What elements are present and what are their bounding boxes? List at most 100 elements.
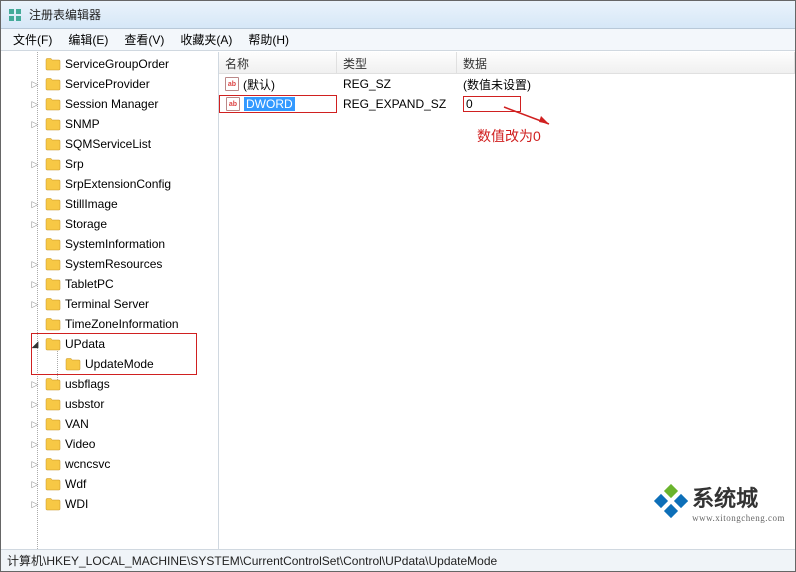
tree-item-label: ServiceGroupOrder: [65, 57, 169, 71]
column-data[interactable]: 数据: [457, 52, 795, 73]
folder-icon: [45, 177, 61, 191]
folder-icon: [45, 277, 61, 291]
tree-item-usbflags[interactable]: ▷ usbflags: [1, 374, 218, 394]
expand-icon[interactable]: ▷: [29, 298, 41, 310]
tree-item-sqmservicelist[interactable]: SQMServiceList: [1, 134, 218, 154]
content-area: ServiceGroupOrder ▷ ServiceProvider ▷Sessio…: [1, 51, 795, 549]
folder-icon: [45, 97, 61, 111]
value-name: (默认): [243, 76, 275, 93]
expand-icon[interactable]: ▷: [29, 458, 41, 470]
expand-icon[interactable]: ▷: [29, 218, 41, 230]
expand-icon[interactable]: ▷: [29, 398, 41, 410]
titlebar: 注册表编辑器: [1, 1, 795, 29]
folder-icon: [45, 77, 61, 91]
expand-icon[interactable]: ▷: [29, 278, 41, 290]
menu-view[interactable]: 查看(V): [116, 29, 172, 50]
tree-item-timezoneinformation[interactable]: TimeZoneInformation: [1, 314, 218, 334]
watermark-brand: 系统城: [692, 486, 758, 511]
window-title: 注册表编辑器: [29, 6, 101, 23]
tree-item-label: ServiceProvider: [65, 77, 150, 91]
tree-item-wdi[interactable]: ▷WDI: [1, 494, 218, 514]
tree-item-label: wcncsvc: [65, 457, 110, 471]
menu-edit[interactable]: 编辑(E): [60, 29, 116, 50]
tree-item-label: Wdf: [65, 477, 86, 491]
tree-item-stillimage[interactable]: ▷ StillImage: [1, 194, 218, 214]
expand-icon[interactable]: ▷: [29, 478, 41, 490]
tree-item-label: usbstor: [65, 397, 104, 411]
list-row[interactable]: ab(默认)REG_SZ(数值未设置): [219, 74, 795, 94]
folder-icon: [45, 57, 61, 71]
tree-item-label: SrpExtensionConfig: [65, 177, 171, 191]
folder-icon: [45, 237, 61, 251]
expand-icon[interactable]: ▷: [29, 258, 41, 270]
tree-item-srp[interactable]: ▷ Srp: [1, 154, 218, 174]
value-name-cell[interactable]: abDWORD: [219, 95, 337, 113]
tree-item-systemresources[interactable]: ▷ SystemResources: [1, 254, 218, 274]
expand-icon[interactable]: ▷: [29, 498, 41, 510]
tree-item-wcncsvc[interactable]: ▷ wcncsvc: [1, 454, 218, 474]
folder-icon: [45, 137, 61, 151]
tree-item-label: SystemInformation: [65, 237, 165, 251]
tree-item-label: SystemResources: [65, 257, 162, 271]
expand-icon[interactable]: ▷: [29, 378, 41, 390]
tree-item-session-manager[interactable]: ▷Session Manager: [1, 94, 218, 114]
tree-item-serviceprovider[interactable]: ▷ ServiceProvider: [1, 74, 218, 94]
tree-item-label: TabletPC: [65, 277, 114, 291]
no-expand-icon: [29, 58, 41, 70]
list-pane: 名称 类型 数据 ab(默认)REG_SZ(数值未设置)abDWORDREG_E…: [219, 52, 795, 549]
watermark-url: www.xitongcheng.com: [692, 513, 785, 523]
list-header: 名称 类型 数据: [219, 52, 795, 74]
menu-help[interactable]: 帮助(H): [240, 29, 297, 50]
column-name[interactable]: 名称: [219, 52, 337, 73]
folder-icon: [45, 117, 61, 131]
expand-icon[interactable]: ▷: [29, 198, 41, 210]
no-expand-icon: [49, 358, 61, 370]
watermark: 系统城 www.xitongcheng.com: [652, 481, 785, 523]
tree-item-label: TimeZoneInformation: [65, 317, 179, 331]
tree-item-systeminformation[interactable]: SystemInformation: [1, 234, 218, 254]
tree-item-srpextensionconfig[interactable]: SrpExtensionConfig: [1, 174, 218, 194]
tree-item-updata[interactable]: ◢ UPdata: [1, 334, 218, 354]
tree-item-label: usbflags: [65, 377, 110, 391]
value-name-cell[interactable]: ab (默认): [219, 76, 337, 93]
folder-icon: [45, 317, 61, 331]
column-type[interactable]: 类型: [337, 52, 457, 73]
tree-item-storage[interactable]: ▷Storage: [1, 214, 218, 234]
tree-item-tabletpc[interactable]: ▷ TabletPC: [1, 274, 218, 294]
string-value-icon: ab: [225, 77, 239, 91]
tree-item-label: Video: [65, 437, 95, 451]
folder-icon: [45, 257, 61, 271]
collapse-icon[interactable]: ◢: [29, 338, 41, 350]
expand-icon[interactable]: ▷: [29, 438, 41, 450]
tree-item-servicegrouporder[interactable]: ServiceGroupOrder: [1, 54, 218, 74]
expand-icon[interactable]: ▷: [29, 418, 41, 430]
watermark-logo-icon: [652, 484, 688, 520]
no-expand-icon: [29, 318, 41, 330]
menu-favorites[interactable]: 收藏夹(A): [172, 29, 240, 50]
tree-item-label: SQMServiceList: [65, 137, 151, 151]
tree-item-van[interactable]: ▷VAN: [1, 414, 218, 434]
folder-icon: [45, 217, 61, 231]
string-value-icon: ab: [226, 97, 240, 111]
tree-pane[interactable]: ServiceGroupOrder ▷ ServiceProvider ▷Sessio…: [1, 52, 219, 549]
tree-item-updatemode[interactable]: UpdateMode: [1, 354, 218, 374]
app-icon: [7, 7, 23, 23]
folder-icon: [45, 157, 61, 171]
expand-icon[interactable]: ▷: [29, 98, 41, 110]
folder-icon: [45, 377, 61, 391]
tree-item-label: UPdata: [65, 337, 105, 351]
tree-item-label: StillImage: [65, 197, 118, 211]
tree-item-snmp[interactable]: ▷SNMP: [1, 114, 218, 134]
expand-icon[interactable]: ▷: [29, 78, 41, 90]
menu-file[interactable]: 文件(F): [5, 29, 60, 50]
tree-item-usbstor[interactable]: ▷ usbstor: [1, 394, 218, 414]
tree-item-terminal-server[interactable]: ▷Terminal Server: [1, 294, 218, 314]
expand-icon[interactable]: ▷: [29, 158, 41, 170]
folder-icon: [45, 497, 61, 511]
tree-item-wdf[interactable]: ▷ Wdf: [1, 474, 218, 494]
expand-icon[interactable]: ▷: [29, 118, 41, 130]
folder-icon: [45, 437, 61, 451]
no-expand-icon: [29, 178, 41, 190]
tree-item-video[interactable]: ▷ Video: [1, 434, 218, 454]
tree-item-label: Srp: [65, 157, 84, 171]
